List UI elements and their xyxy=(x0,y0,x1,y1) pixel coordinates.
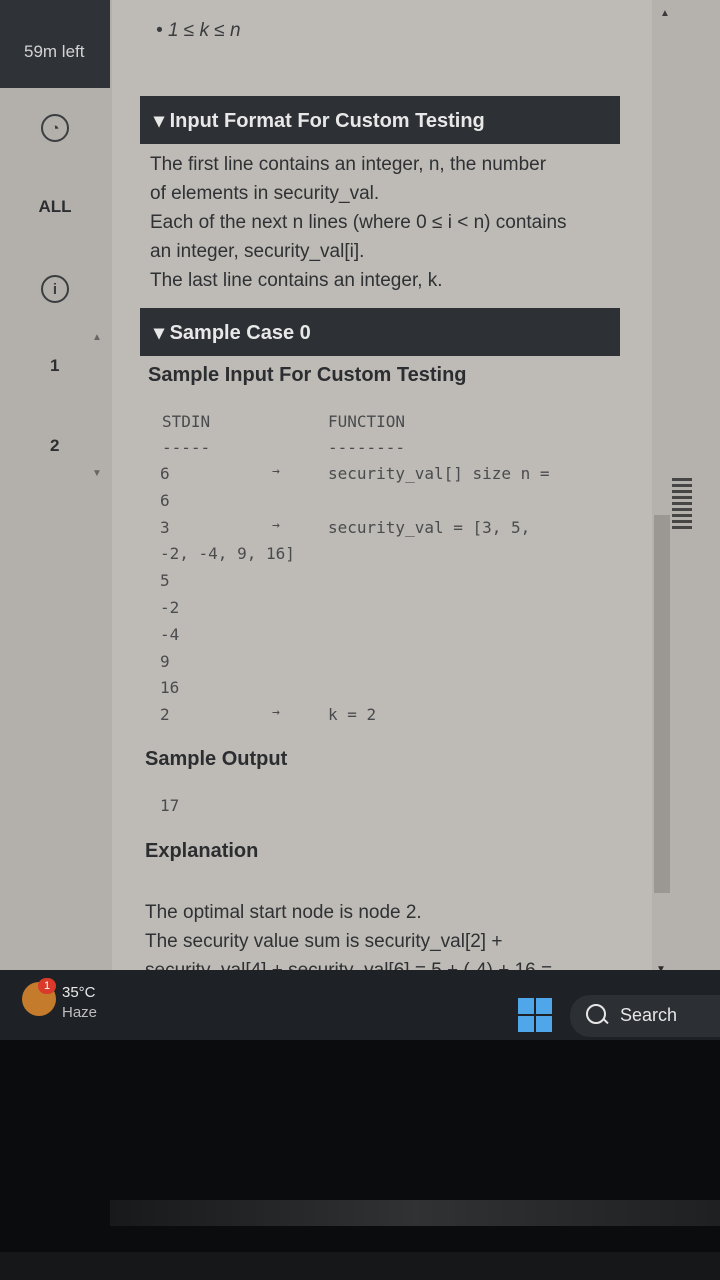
function-divider: -------- xyxy=(328,438,406,457)
stdin-value: 2 xyxy=(160,705,170,724)
stdin-value: -4 xyxy=(160,625,180,644)
arrow-icon: → xyxy=(272,464,280,479)
constraint-text: 1 ≤ k ≤ n xyxy=(167,20,241,41)
sample-case-title: ▾ Sample Case 0 xyxy=(154,321,311,344)
search-label: Search xyxy=(620,1005,678,1025)
all-label: ALL xyxy=(38,197,72,216)
sample-output-value: 17 xyxy=(160,796,180,815)
stdin-value: 16 xyxy=(160,678,180,697)
function-value: security_val = [3, 5, xyxy=(328,518,531,537)
scrollbar-thumb[interactable] xyxy=(654,515,670,893)
weather-temperature[interactable]: 35°C xyxy=(62,984,96,1001)
sidebar xyxy=(0,0,113,985)
windows-start-icon[interactable] xyxy=(518,998,552,1032)
question-scroll-up-icon[interactable]: ▲ xyxy=(92,332,102,343)
stdin-value: 9 xyxy=(160,652,170,671)
explanation-title: Explanation xyxy=(145,840,259,862)
sidebar-item-info[interactable]: i xyxy=(0,275,110,303)
stdin-value: -2 xyxy=(160,598,180,617)
screen: 59m left ◔ ALL i ▲ 1 2 ▼ • 1 ≤ k ≤ n ▾ I… xyxy=(0,0,720,985)
question-list: ▲ 1 2 ▼ xyxy=(0,322,110,482)
search-icon xyxy=(586,1004,606,1024)
drag-handle-icon[interactable] xyxy=(672,478,692,530)
bezel-reflection xyxy=(110,1200,720,1226)
stdin-value: 6 xyxy=(160,464,170,483)
arrow-icon: → xyxy=(272,705,280,720)
constraint-item: • 1 ≤ k ≤ n xyxy=(156,20,241,41)
monitor-bezel xyxy=(0,1040,720,1280)
question-2[interactable]: 2 xyxy=(50,436,59,456)
function-header: FUNCTION xyxy=(328,412,406,431)
weather-condition[interactable]: Haze xyxy=(62,1004,97,1021)
progress-icon: ◔ xyxy=(41,114,69,142)
question-1[interactable]: 1 xyxy=(50,356,59,376)
sample-case-header[interactable]: ▾ Sample Case 0 xyxy=(140,308,620,356)
explanation-line: The optimal start node is node 2. xyxy=(145,902,422,923)
stdin-value: -2, -4, 9, 16] xyxy=(160,544,295,563)
sidebar-item-progress[interactable]: ◔ xyxy=(0,114,110,142)
input-format-header[interactable]: ▾ Input Format For Custom Testing xyxy=(140,96,620,144)
sample-input-title: Sample Input For Custom Testing xyxy=(148,364,467,386)
function-value: k = 2 xyxy=(328,705,377,724)
weather-badge: 1 xyxy=(38,978,56,994)
input-format-title: ▾ Input Format For Custom Testing xyxy=(154,109,485,132)
timer-label: 59m left xyxy=(24,42,85,61)
question-scroll-down-icon[interactable]: ▼ xyxy=(92,468,102,479)
scroll-up-icon[interactable]: ▲ xyxy=(660,8,670,19)
explanation-line: The security value sum is security_val[2… xyxy=(145,931,503,952)
input-format-text: The first line contains an integer, n, t… xyxy=(150,150,620,295)
input-format-line: Each of the next n lines (where 0 ≤ i < … xyxy=(150,212,567,233)
input-format-line: The last line contains an integer, k. xyxy=(150,270,443,291)
input-format-line: The first line contains an integer, n, t… xyxy=(150,154,547,175)
problem-content: • 1 ≤ k ≤ n ▾ Input Format For Custom Te… xyxy=(112,0,652,985)
timer-panel: 59m left xyxy=(0,0,110,88)
stdin-value: 5 xyxy=(160,571,170,590)
function-value: security_val[] size n = xyxy=(328,464,550,483)
arrow-icon: → xyxy=(272,518,280,533)
sample-output-title: Sample Output xyxy=(145,748,288,770)
desk-edge xyxy=(0,1252,720,1280)
input-format-line: an integer, security_val[i]. xyxy=(150,241,365,262)
input-format-line: of elements in security_val. xyxy=(150,183,380,204)
stdin-header: STDIN xyxy=(162,412,211,431)
stdin-value: 3 xyxy=(160,518,170,537)
sidebar-item-all[interactable]: ALL xyxy=(0,197,110,217)
stdin-divider: ----- xyxy=(162,438,211,457)
stdin-value: 6 xyxy=(160,491,170,510)
info-icon: i xyxy=(41,275,69,303)
